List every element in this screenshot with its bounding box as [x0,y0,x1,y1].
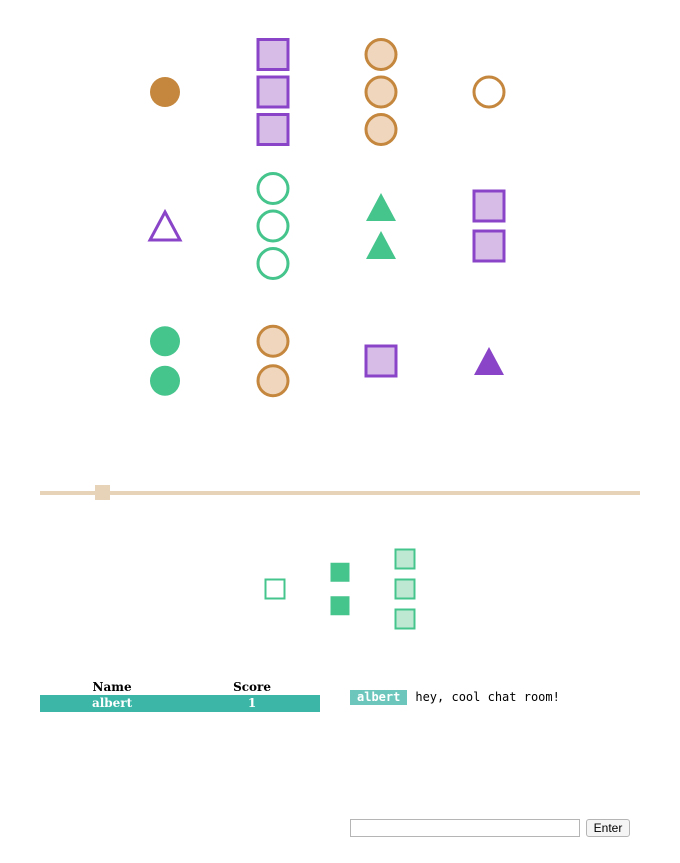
card-hit-area[interactable] [115,299,215,423]
card-r3-c4[interactable] [439,299,539,423]
card-r1-c2[interactable] [223,30,323,154]
chat-message: albert hey, cool chat room! [350,689,650,705]
scoreboard-table: Name Score albert 1 [40,680,320,712]
green-small-square-3 [394,608,416,630]
card-hit-area[interactable] [223,299,323,423]
purple-square-1 [364,344,398,378]
card-r2-c2[interactable] [223,164,323,288]
green-small-square-2 [330,596,350,616]
orange-circle-3 [364,113,398,146]
purple-square-1 [472,189,506,223]
orange-circle-1 [256,324,290,358]
card-r3-c3[interactable] [331,299,431,423]
card-r2-c4[interactable] [439,164,539,288]
chat-message-user: albert [350,689,408,705]
card-r1-c4[interactable] [439,30,539,154]
selected-card-2[interactable] [330,562,350,616]
green-circle-2 [150,365,180,396]
card-hit-area[interactable] [439,164,539,288]
selected-card-3[interactable] [394,548,416,630]
player-name: albert [40,695,185,712]
slider-handle[interactable] [95,485,110,500]
game-board [115,30,539,630]
green-small-square-1 [394,548,416,570]
name-column-header: Name [92,680,132,694]
player-score: 1 [184,695,320,712]
orange-circle-1 [472,75,506,109]
green-small-square-1 [330,562,350,582]
green-small-square-1 [264,578,286,600]
green-circle-1 [150,326,180,357]
selected-card-1[interactable] [264,578,286,600]
enter-button[interactable]: Enter [586,819,630,837]
card-r3-c2[interactable] [223,299,323,423]
purple-square-2 [256,75,290,109]
slider-track[interactable] [40,491,640,495]
chat-message-text: hey, cool chat room! [415,689,560,704]
green-circle-3 [256,247,290,280]
orange-circle-1 [150,77,180,107]
chat-input[interactable] [350,819,580,837]
purple-square-1 [256,38,290,71]
green-circle-1 [256,172,290,205]
card-r2-c3[interactable] [331,164,431,288]
orange-circle-2 [256,364,290,398]
purple-square-3 [256,113,290,146]
card-r1-c1[interactable] [115,30,215,154]
orange-circle-2 [364,75,398,109]
card-hit-area[interactable] [331,164,431,288]
green-small-square-2 [394,578,416,600]
chat-log: albert hey, cool chat room! [350,689,650,705]
orange-circle-1 [364,38,398,71]
scoreboard-header-row: Name Score [40,680,320,695]
card-r2-c1[interactable] [115,164,215,288]
green-circle-2 [256,209,290,243]
purple-square-2 [472,229,506,263]
scoreboard-row: albert 1 [40,695,320,712]
score-column-header: Score [233,680,272,694]
card-r1-c3[interactable] [331,30,431,154]
card-r3-c1[interactable] [115,299,215,423]
